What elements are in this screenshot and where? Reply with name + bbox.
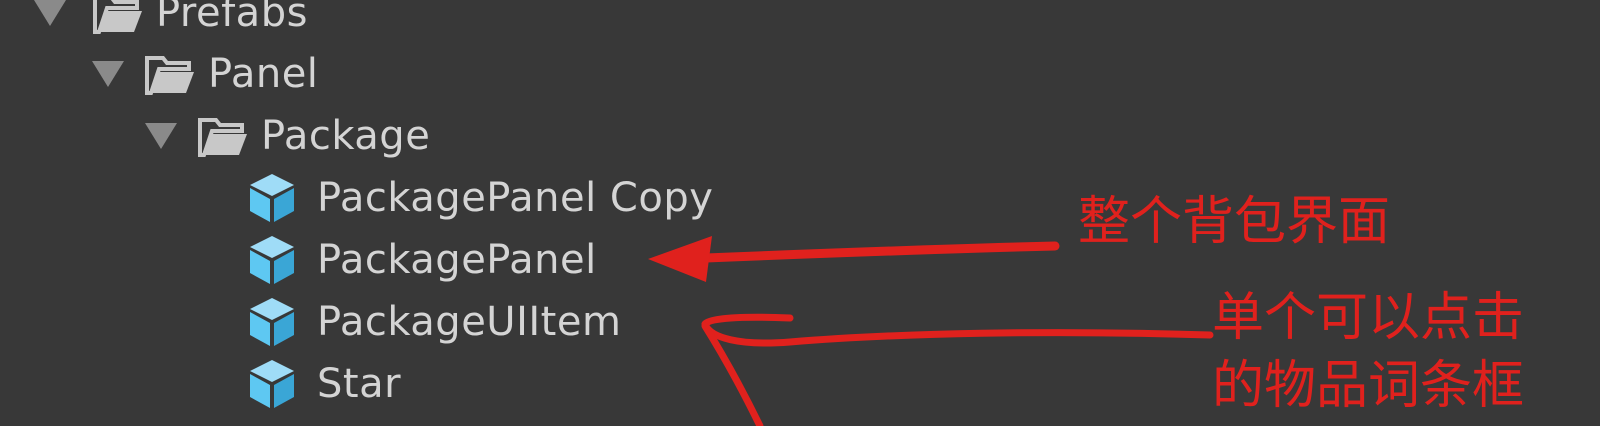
annotation-panel-note: 整个背包界面 xyxy=(1078,192,1391,252)
tree-item-package[interactable]: Package xyxy=(145,105,430,167)
open-folder-icon xyxy=(93,0,142,34)
tree-item-label: Star xyxy=(317,361,402,407)
tree-item-label: PackagePanel Copy xyxy=(317,175,714,221)
prefab-cube-icon xyxy=(250,174,294,222)
tree-item-packagepanel-copy[interactable]: PackagePanel Copy xyxy=(247,167,713,229)
prefab-cube-icon xyxy=(250,298,294,346)
tree-item-prefabs[interactable]: Prefabs xyxy=(34,0,308,44)
expand-arrow-icon[interactable] xyxy=(34,0,66,26)
prefab-cube-icon xyxy=(250,360,294,408)
tree-item-label: Panel xyxy=(208,51,319,97)
tree-item-label: Prefabs xyxy=(156,0,308,36)
tree-item-panel[interactable]: Panel xyxy=(92,43,318,105)
open-folder-icon xyxy=(145,56,194,95)
annotation-item-note-line1: 单个可以点击 xyxy=(1212,288,1525,348)
annotation-item-note-line2: 的物品词条框 xyxy=(1212,356,1525,416)
tree-item-packagepanel[interactable]: PackagePanel xyxy=(247,229,597,291)
tree-item-label: PackageUIItem xyxy=(317,299,622,345)
prefab-cube-icon xyxy=(250,236,294,284)
expand-arrow-icon[interactable] xyxy=(92,61,124,87)
tree-item-label: Package xyxy=(261,113,431,159)
tree-item-packageuiitem[interactable]: PackageUIItem xyxy=(247,291,621,353)
tree-item-label: PackagePanel xyxy=(317,237,597,283)
tree-item-star[interactable]: Star xyxy=(247,353,401,415)
open-folder-icon xyxy=(198,118,247,157)
expand-arrow-icon[interactable] xyxy=(145,123,177,149)
